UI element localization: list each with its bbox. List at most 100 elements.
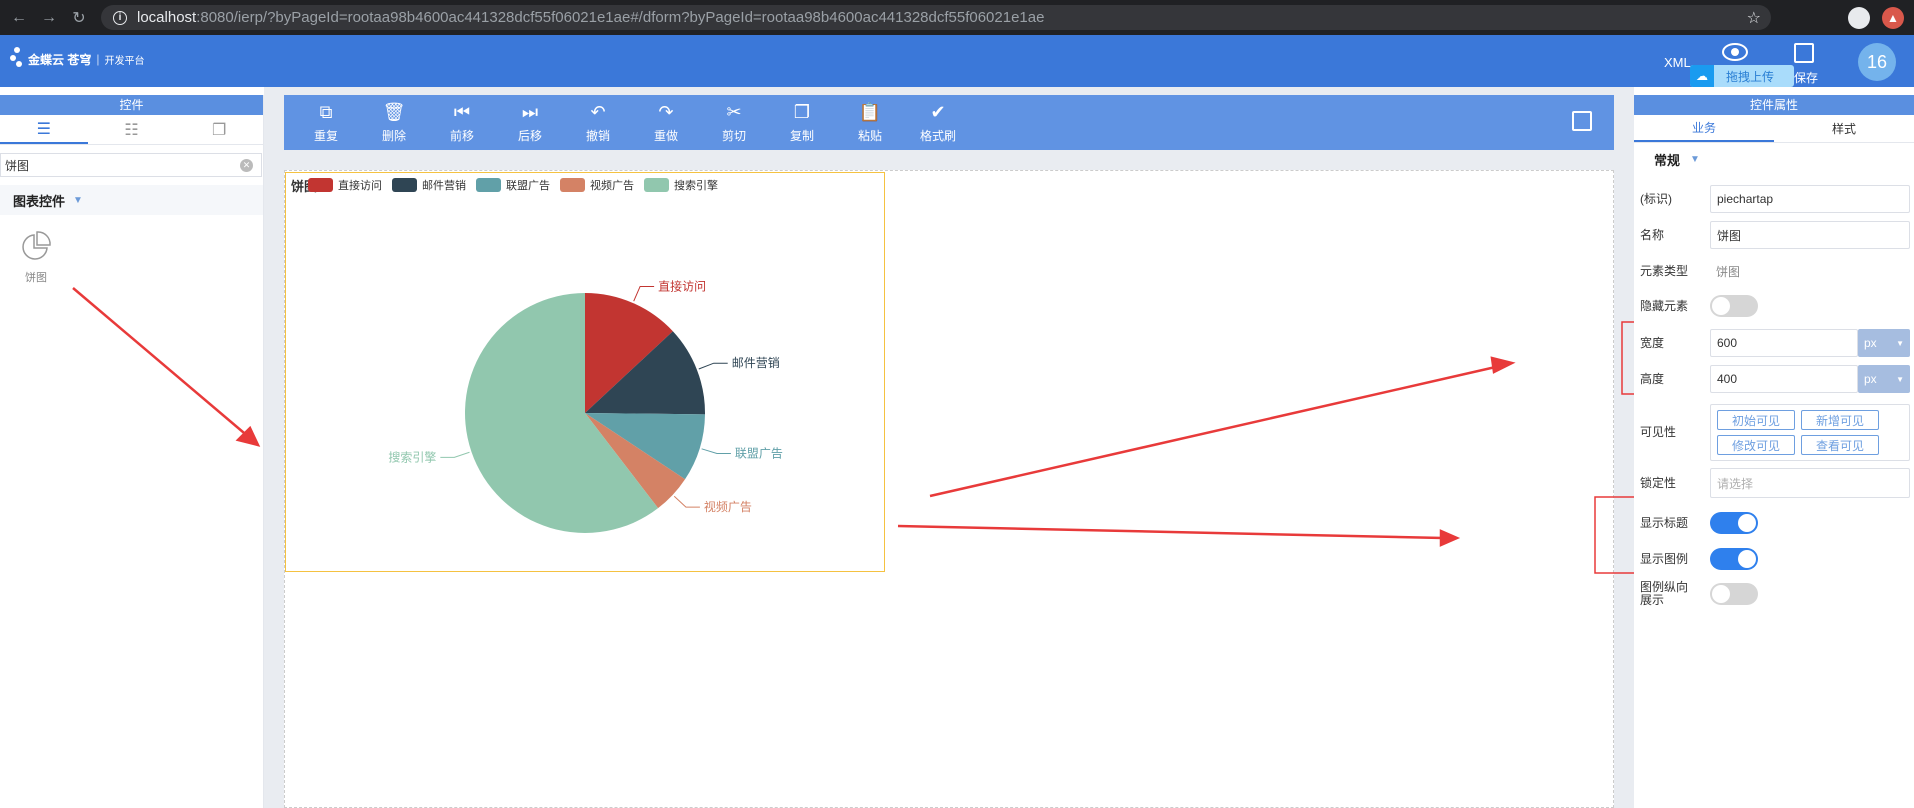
legend-label: 视频广告 bbox=[590, 180, 634, 192]
pie-widget-label: 饼图 bbox=[25, 272, 47, 284]
pie-chart-control[interactable]: 直接访问 邮件营销 联盟广告 视频广告 搜索引擎 饼图 直接访问 邮件营销 联盟广告 视频广告… bbox=[285, 172, 885, 572]
prop-type-label: 元素类型 bbox=[1640, 263, 1689, 278]
undo-button[interactable]: ↶ 撤销 bbox=[564, 101, 632, 144]
visible-edit-button[interactable]: 修改可见 bbox=[1717, 435, 1795, 455]
lock-select[interactable]: 请选择 bbox=[1710, 468, 1910, 498]
pie-slice-label-4: 视频广告 bbox=[704, 499, 752, 514]
tab-business[interactable]: 业务 bbox=[1634, 115, 1774, 142]
legend-vertical-toggle[interactable] bbox=[1710, 583, 1758, 605]
legend-label: 联盟广告 bbox=[506, 180, 550, 192]
address-bar[interactable]: i localhost:8080/ierp/?byPageId=rootaa98… bbox=[101, 5, 1771, 30]
chart-legend: 直接访问 邮件营销 联盟广告 视频广告 搜索引擎 bbox=[308, 177, 728, 193]
prop-height-input[interactable]: 400 bbox=[1710, 365, 1858, 393]
prop-legend-vertical-row: 图例纵向展示 bbox=[1634, 579, 1914, 609]
drag-upload-badge[interactable]: ☁ 拖拽上传 bbox=[1690, 65, 1794, 87]
preview-eye-icon[interactable] bbox=[1722, 43, 1748, 61]
prop-name-row: 名称 饼图 bbox=[1634, 221, 1914, 249]
show-title-toggle[interactable] bbox=[1710, 512, 1758, 534]
xml-button[interactable]: XML bbox=[1664, 55, 1691, 70]
pie-label-line-5 bbox=[440, 451, 470, 458]
bookmark-star-icon[interactable]: ☆ bbox=[1747, 8, 1761, 28]
brand-subtitle: 开发平台 bbox=[104, 55, 145, 67]
save-icon[interactable] bbox=[1794, 43, 1814, 63]
controls-tabs: ☰ ☷ ❐ bbox=[0, 115, 263, 145]
hidden-toggle[interactable] bbox=[1710, 295, 1758, 317]
extension-icon[interactable]: ▲ bbox=[1882, 7, 1904, 29]
cut-button[interactable]: ✂ 剪切 bbox=[700, 101, 768, 144]
pie-label-line-2 bbox=[698, 362, 728, 370]
copy-button[interactable]: ❐ 复制 bbox=[768, 101, 836, 144]
legend-label: 邮件营销 bbox=[422, 180, 466, 192]
legend-swatch bbox=[560, 178, 585, 192]
prop-key-row: (标识) piechartap bbox=[1634, 185, 1914, 213]
dropdown-icon: ▼ bbox=[1896, 374, 1904, 384]
pie-chart-icon bbox=[22, 231, 51, 260]
properties-panel-title: 控件属性 bbox=[1634, 95, 1914, 115]
app-header: 金蝶云 苍穹 | 开发平台 XML 保存 ☁ 拖拽上传 16 bbox=[0, 35, 1914, 87]
prop-key-input[interactable]: piechartap bbox=[1710, 185, 1910, 213]
height-unit-select[interactable]: px ▼ bbox=[1858, 365, 1910, 393]
fullscreen-icon[interactable] bbox=[1572, 111, 1592, 131]
legend-swatch bbox=[308, 178, 333, 192]
properties-panel: 控件属性 业务 样式 常规 ▼ (标识) piechartap 名称 饼图 元素… bbox=[1634, 95, 1914, 808]
prop-width-input[interactable]: 600 bbox=[1710, 329, 1858, 357]
paste-button[interactable]: 📋 粘贴 bbox=[836, 101, 904, 144]
prop-visibility-label: 可见性 bbox=[1640, 425, 1677, 439]
pie-slice-label-5: 搜索引擎 bbox=[388, 449, 436, 464]
legend-item-4[interactable]: 视频广告 bbox=[560, 177, 634, 193]
format-brush-button[interactable]: ✔ 格式刷 bbox=[904, 101, 972, 144]
prop-hidden-label: 隐藏元素 bbox=[1640, 298, 1689, 313]
legend-item-5[interactable]: 搜索引擎 bbox=[644, 177, 718, 193]
visible-initial-button[interactable]: 初始可见 bbox=[1717, 410, 1795, 430]
chart-controls-group[interactable]: 图表控件 ▼ bbox=[0, 185, 263, 215]
redo-icon: ↷ bbox=[658, 102, 674, 122]
duplicate-icon: ⧉ bbox=[319, 102, 333, 122]
move-forward-button[interactable]: ⏮ 前移 bbox=[428, 101, 496, 144]
prop-visibility-row: 可见性 初始可见 新增可见 修改可见 查看可见 bbox=[1634, 404, 1914, 461]
avatar[interactable]: 16 bbox=[1858, 43, 1896, 81]
tab-style[interactable]: 样式 bbox=[1774, 115, 1914, 142]
move-back-button[interactable]: ⏭ 后移 bbox=[496, 101, 564, 144]
brand-name: 金蝶云 苍穹 bbox=[28, 52, 92, 67]
pie-chart-widget[interactable]: 饼图 bbox=[18, 230, 54, 285]
components-tab-icon[interactable]: ❐ bbox=[175, 115, 263, 144]
visible-view-button[interactable]: 查看可见 bbox=[1801, 435, 1879, 455]
dropdown-icon: ▼ bbox=[1896, 338, 1904, 348]
paste-icon: 📋 bbox=[858, 102, 882, 122]
site-info-icon[interactable]: i bbox=[113, 10, 127, 25]
width-unit-select[interactable]: px ▼ bbox=[1858, 329, 1910, 357]
legend-swatch bbox=[476, 178, 501, 192]
legend-item-2[interactable]: 邮件营销 bbox=[392, 177, 466, 193]
prop-width-row: 宽度 600 px ▼ bbox=[1634, 329, 1914, 357]
reload-icon[interactable]: ↻ bbox=[68, 7, 90, 29]
save-button[interactable]: 保存 bbox=[1794, 69, 1818, 86]
legend-item-3[interactable]: 联盟广告 bbox=[476, 177, 550, 193]
move-forward-icon: ⏮ bbox=[453, 102, 471, 122]
delete-button[interactable]: 🗑 删除 bbox=[360, 101, 428, 144]
redo-button[interactable]: ↷ 重做 bbox=[632, 101, 700, 144]
profile-icon[interactable] bbox=[1848, 7, 1870, 29]
prop-type-row: 元素类型 饼图 bbox=[1634, 257, 1914, 285]
prop-name-input[interactable]: 饼图 bbox=[1710, 221, 1910, 249]
forward-icon[interactable]: → bbox=[38, 7, 60, 29]
legend-label: 直接访问 bbox=[338, 180, 382, 192]
undo-icon: ↶ bbox=[590, 102, 606, 122]
tree-tab-icon[interactable]: ☷ bbox=[88, 115, 176, 144]
show-legend-toggle[interactable] bbox=[1710, 548, 1758, 570]
control-search[interactable]: ✕ bbox=[0, 153, 262, 177]
layers-tab-icon[interactable]: ☰ bbox=[0, 115, 88, 144]
visible-new-button[interactable]: 新增可见 bbox=[1801, 410, 1879, 430]
legend-item-1[interactable]: 直接访问 bbox=[308, 177, 382, 193]
pie-chart-svg: 直接访问邮件营销联盟广告视频广告 搜索引擎 bbox=[388, 278, 783, 533]
pie-slice-label-1: 直接访问 bbox=[658, 278, 706, 293]
control-search-input[interactable] bbox=[5, 158, 225, 172]
group-label: 图表控件 bbox=[13, 193, 66, 209]
back-icon[interactable]: ← bbox=[8, 7, 30, 29]
controls-panel-title: 控件 bbox=[0, 95, 263, 115]
prop-show-legend-label: 显示图例 bbox=[1640, 551, 1689, 566]
clear-search-icon[interactable]: ✕ bbox=[240, 159, 253, 172]
section-general[interactable]: 常规 ▼ bbox=[1634, 143, 1914, 175]
duplicate-button[interactable]: ⧉ 重复 bbox=[292, 101, 360, 144]
legend-swatch bbox=[392, 178, 417, 192]
prop-name-label: 名称 bbox=[1640, 227, 1665, 242]
